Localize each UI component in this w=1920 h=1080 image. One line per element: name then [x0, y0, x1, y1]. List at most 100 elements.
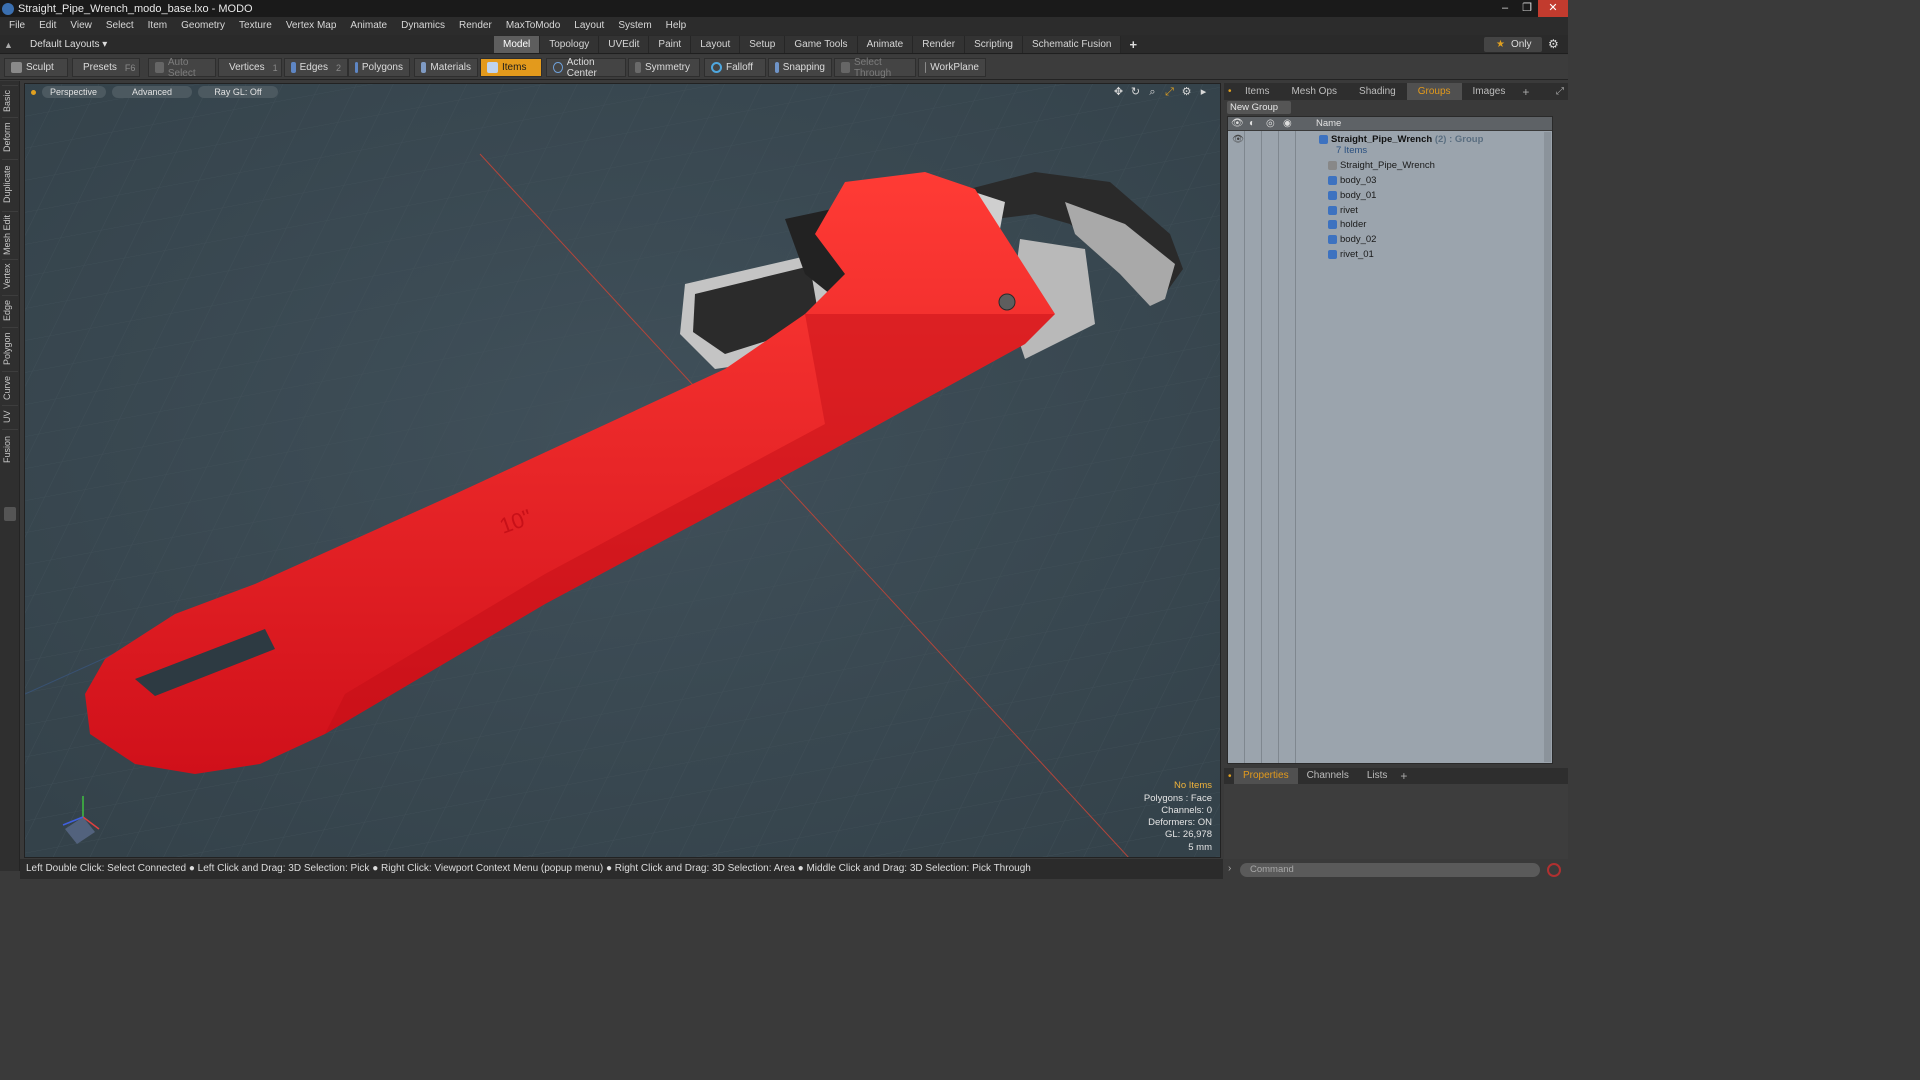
layout-dropdown[interactable]: ▲ Default Layouts ▾ — [4, 37, 107, 52]
viewport-settings-icon[interactable]: ⚙ — [1180, 86, 1193, 98]
3d-viewport[interactable]: Perspective Advanced Ray GL: Off ✥ ↻ ⌕ ⤢… — [24, 83, 1221, 858]
tab-mesh-edit[interactable]: Mesh Edit — [2, 211, 18, 257]
panel-expand-icon[interactable]: ⤢ — [1556, 86, 1564, 97]
menu-file[interactable]: File — [2, 17, 32, 35]
menu-help[interactable]: Help — [659, 17, 694, 35]
maximize-button[interactable]: ❐ — [1516, 0, 1538, 17]
action-center-icon — [553, 62, 563, 73]
tab-topology[interactable]: Topology — [540, 36, 600, 53]
list-item[interactable]: rivet_01 — [1228, 248, 1552, 262]
pan-icon[interactable]: ✥ — [1112, 86, 1125, 98]
menu-select[interactable]: Select — [99, 17, 141, 35]
falloff-button[interactable]: Falloff — [704, 58, 766, 77]
group-list-scrollbar[interactable] — [1544, 132, 1551, 762]
list-item[interactable]: Straight_Pipe_Wrench — [1228, 159, 1552, 173]
menu-layout[interactable]: Layout — [567, 17, 611, 35]
menu-item[interactable]: Item — [141, 17, 174, 35]
tab-mesh-ops[interactable]: Mesh Ops — [1280, 83, 1348, 100]
zoom-icon[interactable]: ⌕ — [1146, 86, 1159, 98]
menu-render[interactable]: Render — [452, 17, 499, 35]
tab-curve[interactable]: Curve — [2, 371, 18, 403]
workplane-button[interactable]: WorkPlane — [918, 58, 986, 77]
viewport-options-icon[interactable] — [31, 89, 36, 95]
tab-edge[interactable]: Edge — [2, 295, 18, 325]
properties-options-icon[interactable]: • — [1224, 771, 1234, 782]
maximize-viewport-icon[interactable]: ⤢ — [1163, 86, 1176, 98]
list-item[interactable]: body_02 — [1228, 233, 1552, 247]
command-input[interactable]: Command — [1240, 863, 1540, 877]
tool-tabs-toggle[interactable] — [4, 507, 16, 521]
tab-uvedit[interactable]: UVEdit — [599, 36, 650, 53]
tab-scripting[interactable]: Scripting — [965, 36, 1023, 53]
tab-duplicate[interactable]: Duplicate — [2, 159, 18, 209]
tab-items[interactable]: Items — [1234, 83, 1280, 100]
shading-mode-button[interactable]: Advanced — [112, 86, 192, 98]
add-panel-tab-button[interactable]: + — [1516, 85, 1535, 99]
add-tab-button[interactable]: + — [1121, 36, 1145, 53]
tab-basic[interactable]: Basic — [2, 85, 18, 115]
command-history-icon[interactable]: › — [1228, 863, 1231, 874]
menu-texture[interactable]: Texture — [232, 17, 279, 35]
polygons-button[interactable]: Polygons — [348, 58, 410, 77]
minimize-button[interactable]: – — [1494, 0, 1516, 17]
record-macro-icon[interactable] — [1547, 863, 1561, 877]
list-item[interactable]: rivet — [1228, 204, 1552, 218]
tab-groups[interactable]: Groups — [1406, 83, 1462, 100]
list-item[interactable]: body_01 — [1228, 189, 1552, 203]
auto-select-button[interactable]: Auto Select — [148, 57, 216, 79]
menu-geometry[interactable]: Geometry — [174, 17, 232, 35]
tab-lists[interactable]: Lists — [1358, 768, 1397, 784]
tab-deform[interactable]: Deform — [2, 117, 18, 157]
tab-properties[interactable]: Properties — [1234, 768, 1298, 784]
tab-paint[interactable]: Paint — [649, 36, 692, 53]
menu-system[interactable]: System — [611, 17, 658, 35]
panel-options-icon[interactable]: • — [1224, 86, 1234, 97]
sculpt-button[interactable]: Sculpt — [4, 58, 68, 77]
items-button[interactable]: Items — [480, 58, 542, 77]
lock-icon[interactable]: ◎ — [1266, 118, 1275, 129]
list-item[interactable]: holder — [1228, 218, 1552, 232]
name-column-header[interactable]: Name — [1316, 117, 1341, 131]
select-icon[interactable]: ◉ — [1283, 118, 1292, 129]
raygl-button[interactable]: Ray GL: Off — [198, 86, 278, 98]
menu-view[interactable]: View — [63, 17, 99, 35]
tab-animate[interactable]: Animate — [857, 36, 914, 53]
select-through-button[interactable]: Select Through — [834, 57, 916, 79]
only-button[interactable]: ★ Only — [1484, 37, 1542, 52]
menu-edit[interactable]: Edit — [32, 17, 63, 35]
tab-game-tools[interactable]: Game Tools — [785, 36, 858, 53]
vertices-button[interactable]: Vertices 1 — [218, 58, 282, 77]
view-type-button[interactable]: Perspective — [42, 86, 106, 98]
tab-layout[interactable]: Layout — [691, 36, 741, 53]
tab-polygon[interactable]: Polygon — [2, 327, 18, 369]
tab-schematic-fusion[interactable]: Schematic Fusion — [1022, 36, 1122, 53]
add-properties-tab-button[interactable]: + — [1396, 769, 1411, 783]
rotate-icon[interactable]: ↻ — [1129, 86, 1142, 98]
snapping-button[interactable]: Snapping — [768, 58, 832, 77]
menu-maxtomodo[interactable]: MaxToModo — [499, 17, 567, 35]
symmetry-button[interactable]: Symmetry — [628, 58, 700, 77]
edges-button[interactable]: Edges 2 — [284, 58, 348, 77]
menu-animate[interactable]: Animate — [343, 17, 394, 35]
tab-setup[interactable]: Setup — [740, 36, 786, 53]
list-item[interactable]: body_03 — [1228, 174, 1552, 188]
tab-uv[interactable]: UV — [2, 405, 18, 427]
action-center-button[interactable]: Action Center — [546, 57, 626, 79]
presets-button[interactable]: Presets F6 — [72, 58, 140, 77]
tab-shading[interactable]: Shading — [1348, 83, 1407, 100]
tab-render[interactable]: Render — [913, 36, 966, 53]
new-group-button[interactable]: New Group — [1227, 101, 1291, 114]
menu-dynamics[interactable]: Dynamics — [394, 17, 452, 35]
menu-vertex-map[interactable]: Vertex Map — [279, 17, 344, 35]
tab-images[interactable]: Images — [1462, 83, 1517, 100]
materials-button[interactable]: Materials — [414, 58, 478, 77]
eye-icon[interactable]: 👁 — [1231, 118, 1244, 129]
tab-vertex[interactable]: Vertex — [2, 259, 18, 293]
gear-icon[interactable]: ⚙ — [1548, 37, 1562, 51]
render-icon[interactable]: ◐ — [1249, 118, 1255, 129]
tab-channels[interactable]: Channels — [1298, 768, 1358, 784]
tab-fusion[interactable]: Fusion — [2, 429, 18, 469]
viewport-menu-arrow-icon[interactable]: ▸ — [1197, 86, 1210, 98]
close-button[interactable]: ✕ — [1538, 0, 1568, 17]
tab-model[interactable]: Model — [494, 36, 541, 53]
